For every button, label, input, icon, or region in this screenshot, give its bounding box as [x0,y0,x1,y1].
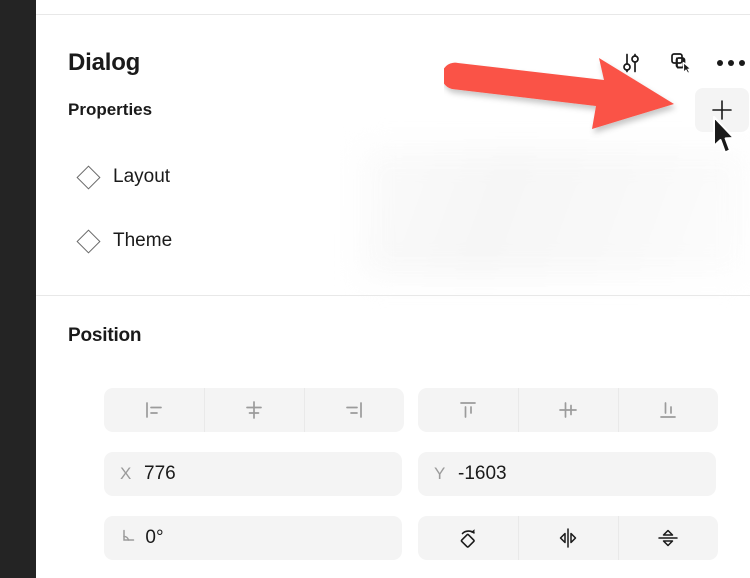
panel-divider-mid [36,295,750,296]
align-right-icon[interactable] [304,388,404,432]
app-window: Dialog Properties Layout Theme Position … [0,0,750,578]
align-horizontal-center-icon[interactable] [204,388,304,432]
flip-vertical-icon[interactable] [618,516,718,560]
rotate-90-icon[interactable] [418,516,518,560]
y-position-input[interactable] [458,463,700,485]
x-position-input[interactable] [144,463,386,485]
left-rail [0,0,36,578]
align-bottom-icon[interactable] [618,388,718,432]
dot-3 [739,60,745,66]
x-position-field[interactable]: X [104,452,402,496]
position-section-title: Position [68,325,142,346]
y-position-field[interactable]: Y [418,452,716,496]
diamond-icon [76,228,101,254]
components-cursor-icon[interactable] [664,46,698,80]
transform-group [418,516,718,560]
align-vertical-center-icon[interactable] [518,388,618,432]
blurred-content-area [361,148,750,278]
property-label: Layout [113,166,171,187]
properties-subtitle: Properties [68,100,153,119]
add-property-button[interactable] [695,88,749,132]
header-toolbar [588,45,748,81]
sliders-icon[interactable] [614,46,648,80]
properties-panel: Dialog Properties Layout Theme Position … [36,0,750,578]
align-horizontal-group [104,388,404,432]
property-label: Theme [113,230,173,251]
panel-divider-top [36,14,750,15]
rotation-input[interactable] [145,527,386,549]
property-row-theme[interactable]: Theme [76,226,173,256]
align-vertical-group [418,388,718,432]
align-left-icon[interactable] [104,388,204,432]
rotation-field[interactable] [104,516,402,560]
angle-icon [120,527,135,549]
more-options-icon[interactable] [714,46,748,80]
page-title: Dialog [68,49,141,76]
align-top-icon[interactable] [418,388,518,432]
x-field-label: X [120,464,132,483]
property-row-layout[interactable]: Layout [76,162,171,192]
y-field-label: Y [434,464,446,483]
dot-1 [717,60,723,66]
diamond-icon [76,164,101,190]
dot-2 [728,60,734,66]
flip-horizontal-icon[interactable] [518,516,618,560]
